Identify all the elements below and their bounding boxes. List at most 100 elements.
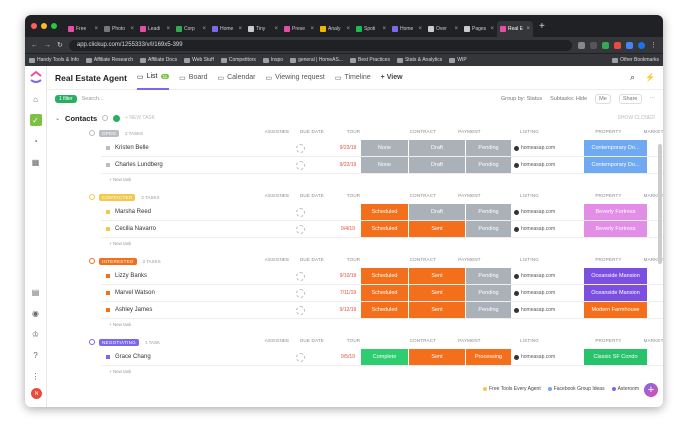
bookmark-item[interactable]: Handy Tools & Info bbox=[29, 57, 79, 63]
status-square-icon[interactable] bbox=[106, 210, 110, 214]
view-tab[interactable]: ▭ Viewing request bbox=[266, 66, 325, 90]
star-icon[interactable] bbox=[590, 41, 597, 49]
extension-icon[interactable] bbox=[614, 41, 621, 49]
close-tab-icon[interactable]: × bbox=[310, 26, 314, 32]
table-row[interactable]: Lizzy Banks 9/10/19 Scheduled Sent Pending Oc… bbox=[101, 268, 663, 285]
bookmark-item[interactable]: Affiliate Docs bbox=[140, 57, 177, 63]
column-header[interactable]: TOUR bbox=[330, 129, 377, 134]
mic-icon[interactable] bbox=[578, 41, 585, 49]
profile-icon[interactable] bbox=[638, 41, 645, 49]
task-name[interactable]: Charles Lundberg bbox=[115, 162, 163, 168]
listing-link[interactable]: homeasap.com bbox=[514, 226, 555, 232]
add-view-button[interactable]: + View bbox=[381, 74, 403, 81]
contract-cell[interactable]: Sent bbox=[409, 302, 465, 318]
column-header[interactable]: PROPERTY bbox=[577, 338, 640, 343]
column-header[interactable]: DUE DATE bbox=[297, 129, 327, 134]
listing-link[interactable]: homeasap.com bbox=[514, 307, 555, 313]
bookmark-item[interactable]: Stats & Analytics bbox=[396, 57, 442, 63]
task-name[interactable]: Kristen Belle bbox=[115, 145, 149, 151]
help-icon[interactable]: ? bbox=[30, 349, 42, 361]
tour-cell[interactable]: Scheduled bbox=[361, 221, 408, 237]
tour-cell[interactable]: None bbox=[361, 140, 408, 156]
status-square-icon[interactable] bbox=[106, 355, 110, 359]
contract-cell[interactable]: Draft bbox=[409, 204, 465, 220]
search-input[interactable]: Search... bbox=[82, 96, 104, 102]
subtasks-dropdown[interactable]: Subtasks: Hide bbox=[550, 96, 587, 102]
due-date[interactable]: 9/22/19 bbox=[333, 162, 363, 168]
market-value[interactable]: $6,699,000 bbox=[652, 307, 663, 313]
status-circle-icon[interactable] bbox=[89, 339, 95, 345]
contract-cell[interactable]: Sent bbox=[409, 221, 465, 237]
me-button[interactable]: Me bbox=[595, 93, 611, 104]
payment-cell[interactable]: Pending bbox=[466, 140, 511, 156]
column-header[interactable]: PROPERTY bbox=[577, 257, 640, 262]
payment-cell[interactable]: Pending bbox=[466, 204, 511, 220]
view-tab[interactable]: ▭ Calendar bbox=[217, 66, 255, 90]
due-date[interactable]: 7/11/19 bbox=[333, 290, 363, 296]
notifications-icon[interactable]: ◔ bbox=[30, 135, 42, 147]
maximize-window-button[interactable] bbox=[51, 23, 57, 29]
minimize-window-button[interactable] bbox=[41, 23, 47, 29]
close-tab-icon[interactable]: × bbox=[526, 26, 530, 32]
assignee-icon[interactable] bbox=[296, 352, 305, 362]
column-header[interactable]: LISTING bbox=[507, 129, 552, 134]
group-by-dropdown[interactable]: Group by: Status bbox=[501, 96, 542, 102]
tour-cell[interactable]: Scheduled bbox=[361, 302, 408, 318]
column-header[interactable]: DUE DATE bbox=[297, 338, 327, 343]
status-circle-icon[interactable] bbox=[89, 258, 95, 264]
table-row[interactable]: Marvel Watson 7/11/19 Scheduled Sent Pending… bbox=[101, 285, 663, 302]
url-field[interactable]: app.clickup.com/1255333/v/l/169x5-399 bbox=[68, 39, 572, 51]
view-tab[interactable]: ▭ Timeline bbox=[335, 66, 371, 90]
contract-cell[interactable]: Draft bbox=[409, 157, 465, 173]
table-row[interactable]: Charles Lundberg 9/22/19 None Draft Pending C… bbox=[101, 157, 663, 174]
close-tab-icon[interactable]: × bbox=[490, 26, 494, 32]
tour-cell[interactable]: Scheduled bbox=[361, 268, 408, 284]
assignee-icon[interactable] bbox=[296, 271, 305, 281]
contract-cell[interactable]: Draft bbox=[409, 140, 465, 156]
property-cell[interactable]: Contemporary Do... bbox=[584, 140, 647, 156]
list-info-icon[interactable] bbox=[102, 115, 109, 121]
column-header[interactable]: PAYMENT bbox=[447, 338, 492, 343]
pulse-icon[interactable]: ◉ bbox=[30, 307, 42, 319]
task-name[interactable]: Marsha Reed bbox=[115, 209, 151, 215]
column-header[interactable]: MARKET VALUE bbox=[637, 338, 663, 343]
column-header[interactable]: LISTING bbox=[507, 193, 552, 198]
tray-item[interactable]: Free Tools Every Agent bbox=[483, 386, 541, 392]
share-button[interactable]: Share bbox=[618, 93, 642, 104]
show-closed-toggle[interactable]: SHOW CLOSED bbox=[617, 115, 655, 121]
assignee-icon[interactable] bbox=[296, 207, 305, 217]
listing-link[interactable]: homeasap.com bbox=[514, 354, 555, 360]
listing-link[interactable]: homeasap.com bbox=[514, 290, 555, 296]
payment-cell[interactable]: Processing bbox=[466, 349, 511, 365]
task-name[interactable]: Marvel Watson bbox=[115, 290, 155, 296]
browser-tab[interactable]: Prese × bbox=[281, 21, 317, 37]
contract-cell[interactable]: Sent bbox=[409, 268, 465, 284]
due-date[interactable]: 9/12/19 bbox=[333, 307, 363, 313]
bookmark-item[interactable]: Affiliate Research bbox=[85, 57, 133, 63]
status-circle-icon[interactable] bbox=[89, 194, 95, 200]
task-name[interactable]: Lizzy Banks bbox=[115, 273, 147, 279]
property-cell[interactable]: Beverly Fortress bbox=[584, 221, 647, 237]
payment-cell[interactable]: Pending bbox=[466, 268, 511, 284]
column-header[interactable]: ASSIGNEE bbox=[262, 257, 292, 262]
new-task-button[interactable]: + NEW TASK bbox=[125, 115, 155, 121]
forward-icon[interactable]: → bbox=[44, 42, 51, 49]
column-header[interactable]: CONTRACT bbox=[395, 338, 451, 343]
table-row[interactable]: Marsha Reed Scheduled Draft Pending Beverly … bbox=[101, 204, 663, 221]
close-tab-icon[interactable]: × bbox=[274, 26, 278, 32]
view-tab[interactable]: ▭ List 11 bbox=[136, 66, 170, 90]
due-date[interactable]: 9/5/19 bbox=[333, 354, 363, 360]
browser-tab[interactable]: Tiny × bbox=[245, 21, 281, 37]
column-header[interactable]: TOUR bbox=[330, 338, 377, 343]
add-fab-button[interactable]: + bbox=[644, 383, 658, 397]
column-header[interactable]: TOUR bbox=[330, 193, 377, 198]
column-header[interactable]: CONTRACT bbox=[395, 257, 451, 262]
extension-icon[interactable] bbox=[602, 41, 609, 49]
new-task-row[interactable]: + New task bbox=[47, 238, 663, 249]
status-square-icon[interactable] bbox=[106, 274, 110, 278]
menu-icon[interactable]: ⋮ bbox=[650, 41, 657, 49]
due-date[interactable]: 9/10/19 bbox=[333, 273, 363, 279]
column-header[interactable]: CONTRACT bbox=[395, 193, 451, 198]
column-header[interactable]: LISTING bbox=[507, 338, 552, 343]
column-header[interactable]: LISTING bbox=[507, 257, 552, 262]
